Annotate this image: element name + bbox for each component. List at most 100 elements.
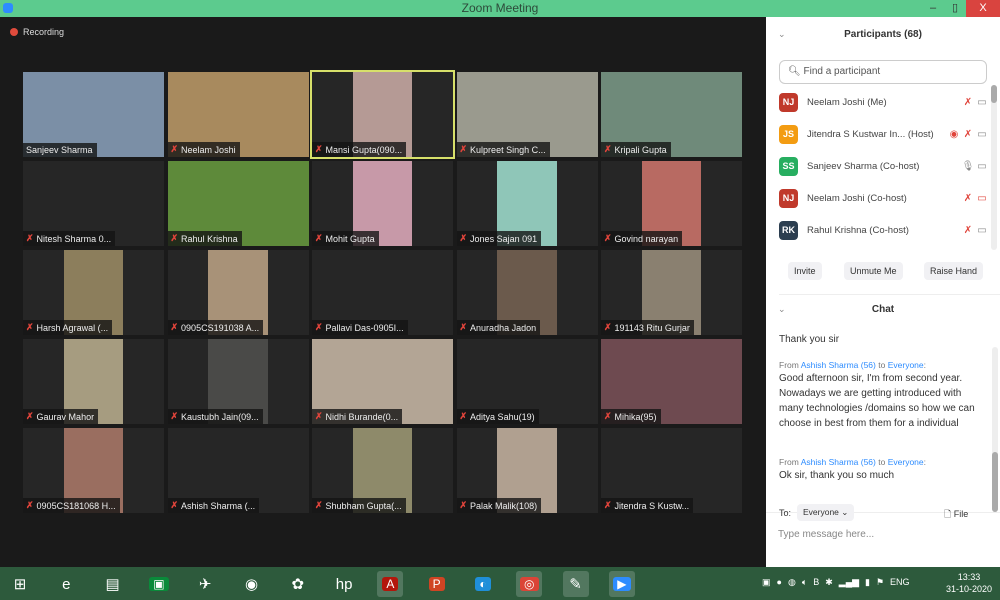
mic-muted-icon: ✗ — [26, 500, 34, 510]
participant-row[interactable]: NJ Neelam Joshi (Co-host) ✗ ▭ — [779, 187, 989, 209]
chat-scrollbar[interactable] — [992, 347, 998, 512]
participant-name: Neelam Joshi (Co-host) — [807, 192, 907, 204]
video-tile[interactable]: ✗ Mansi Gupta(090... — [310, 70, 455, 159]
zoom-app-icon — [3, 3, 13, 13]
close-button[interactable]: X — [966, 0, 1000, 17]
raise-hand-button[interactable]: Raise Hand — [924, 262, 984, 280]
mic-muted-icon[interactable]: ✗ — [961, 225, 975, 236]
participant-row[interactable]: RK Rahul Krishna (Co-host) ✗ ▭ — [779, 219, 989, 241]
participants-scrollbar[interactable] — [991, 85, 997, 250]
participant-name-label: ✗ Gaurav Mahor — [23, 409, 99, 424]
camera-icon[interactable]: ▭ — [975, 97, 989, 108]
mic-muted-icon[interactable]: ✗ — [961, 193, 975, 204]
hp-icon[interactable]: hp — [331, 571, 357, 597]
participant-name: Mansi Gupta(090... — [325, 144, 403, 155]
participant-name: Kulpreet Singh C... — [470, 144, 546, 155]
maximize-button[interactable]: ▯ — [944, 0, 966, 17]
participant-name-label: ✗ Govind narayan — [601, 231, 683, 246]
video-tile[interactable]: ✗ Neelam Joshi — [167, 72, 309, 157]
video-tile[interactable]: ✗ Gaurav Mahor — [23, 339, 164, 424]
mic-muted-icon: ✗ — [604, 411, 612, 421]
video-tile[interactable]: ✗ Aditya Sahu(19) — [456, 339, 598, 424]
windows-start-icon[interactable]: ⊞ — [7, 571, 33, 597]
powerpoint-icon[interactable]: P — [424, 571, 450, 597]
participant-name: Neelam Joshi — [181, 144, 236, 155]
file-explorer-icon[interactable]: ▤ — [100, 571, 126, 597]
participant-name: Kaustubh Jain(09... — [181, 411, 259, 422]
chat-title: Chat — [871, 304, 895, 315]
mic-muted-icon: ✗ — [459, 500, 468, 510]
video-tile[interactable]: ✗ 191143 Ritu Gurjar — [601, 250, 742, 335]
participant-search-input[interactable]: 🔍︎ Find a participant — [779, 60, 987, 84]
video-tile[interactable]: ✗ Mihika(95) — [601, 339, 742, 424]
recipient-dropdown[interactable]: Everyone ⌄ — [797, 504, 855, 521]
app-rocket-icon[interactable]: ✈ — [192, 571, 218, 597]
participant-name: Sanjeev Sharma (Co-host) — [807, 160, 920, 172]
mic-muted-icon: ✗ — [26, 411, 34, 421]
video-tile[interactable]: ✗ 0905CS191038 A... — [167, 250, 309, 335]
file-button[interactable]: 🗋 File — [944, 507, 968, 523]
minimize-button[interactable]: – — [922, 0, 944, 17]
video-tile[interactable]: ✗ Anuradha Jadon — [456, 250, 598, 335]
store-icon[interactable]: ▣ — [146, 571, 172, 597]
video-tile[interactable]: ✗ Govind narayan — [601, 161, 742, 246]
chat-message: From Ashish Sharma (56) to Everyone: Ok … — [779, 456, 979, 483]
camera-icon[interactable]: ▭ — [975, 225, 989, 236]
camera-icon[interactable]: ▭ — [975, 129, 989, 140]
edge-icon[interactable]: ◐ — [470, 571, 496, 597]
camera-off-icon[interactable]: ▭ — [975, 193, 989, 204]
video-tile[interactable]: ✗ Jitendra S Kustw... — [601, 428, 742, 513]
mic-muted-icon[interactable]: ✗ — [961, 97, 975, 108]
video-tile[interactable]: ✗ Ashish Sharma (... — [167, 428, 309, 513]
video-tile[interactable]: ✗ Jones Sajan 091 — [456, 161, 598, 246]
recording-label: Recording — [23, 27, 65, 37]
mic-icon[interactable]: 🎙︎ — [961, 161, 975, 172]
chat-message-input[interactable]: Type message here... — [778, 529, 874, 540]
clock[interactable]: 13:33 31-10-2020 — [946, 571, 992, 595]
media-app-icon[interactable]: ✿ — [285, 571, 311, 597]
video-tile[interactable]: ✗ Rahul Krishna — [167, 161, 309, 246]
participant-name: Ashish Sharma (... — [181, 500, 256, 511]
participant-row[interactable]: NJ Neelam Joshi (Me) ✗ ▭ — [779, 91, 989, 113]
video-tile[interactable]: ✗ Pallavi Das-0905I... — [312, 250, 453, 335]
mic-muted-icon: ✗ — [604, 233, 612, 243]
video-tile[interactable]: ✗ Shubham Gupta(... — [312, 428, 453, 513]
recording-icon: ◉ — [949, 128, 959, 140]
video-tile[interactable]: ✗ Nitesh Sharma 0... — [23, 161, 164, 246]
video-tile[interactable]: ✗ Palak Malik(108) — [456, 428, 598, 513]
invite-button[interactable]: Invite — [788, 262, 822, 280]
webcam-app-icon[interactable]: ◉ — [239, 571, 265, 597]
participant-row[interactable]: JS Jitendra S Kustwar In... (Host) ◉ ✗ ▭ — [779, 123, 989, 145]
collapse-chevron-icon[interactable]: ⌄ — [778, 304, 786, 315]
mic-muted-icon: ✗ — [315, 322, 323, 332]
collapse-chevron-icon[interactable]: ⌄ — [778, 29, 786, 40]
mic-muted-icon: ✗ — [604, 322, 612, 332]
language-indicator[interactable]: ENG — [890, 577, 910, 588]
video-tile[interactable]: ✗ 0905CS181068 H... — [23, 428, 164, 513]
video-tile[interactable]: ✗ Kripali Gupta — [601, 72, 742, 157]
zoom-icon[interactable]: ▶ — [608, 571, 635, 597]
avatar: SS — [779, 156, 798, 176]
acrobat-reader-icon[interactable]: A — [377, 571, 404, 597]
participant-name: Gaurav Mahor — [36, 411, 95, 422]
participant-name-label: ✗ Jones Sajan 091 — [456, 231, 542, 246]
system-tray[interactable]: ▣ ● ◍ 🔈︎ B ✱ ▂▄▆ ▮ ⚑ ENG — [762, 577, 910, 588]
unmute-me-button[interactable]: Unmute Me — [844, 262, 903, 280]
mic-muted-icon[interactable]: ✗ — [961, 129, 975, 140]
participant-name-label: ✗ Kripali Gupta — [601, 142, 671, 157]
search-placeholder: Find a participant — [803, 66, 881, 77]
video-tile[interactable]: ✗ Harsh Agrawal (... — [23, 250, 164, 335]
camera-icon[interactable]: ▭ — [975, 161, 989, 172]
participant-name-label: ✗ Mohit Gupta — [312, 231, 379, 246]
chrome-icon[interactable]: ◎ — [516, 571, 543, 597]
internet-explorer-icon[interactable]: e — [53, 571, 79, 597]
participant-row[interactable]: SS Sanjeev Sharma (Co-host) 🎙︎ ▭ — [779, 155, 989, 177]
paint-icon[interactable]: ✎ — [562, 571, 589, 597]
video-tile[interactable]: ✗ Mohit Gupta — [312, 161, 453, 246]
video-tile[interactable]: ✗ Nidhi Burande(0... — [312, 339, 453, 424]
video-tile[interactable]: ✗ Kulpreet Singh C... — [456, 72, 598, 157]
video-tile[interactable]: Sanjeev Sharma — [23, 72, 164, 157]
participant-name: Jitendra S Kustwar In... (Host) — [807, 128, 934, 140]
video-tile[interactable]: ✗ Kaustubh Jain(09... — [167, 339, 309, 424]
mic-muted-icon: ✗ — [604, 144, 612, 154]
